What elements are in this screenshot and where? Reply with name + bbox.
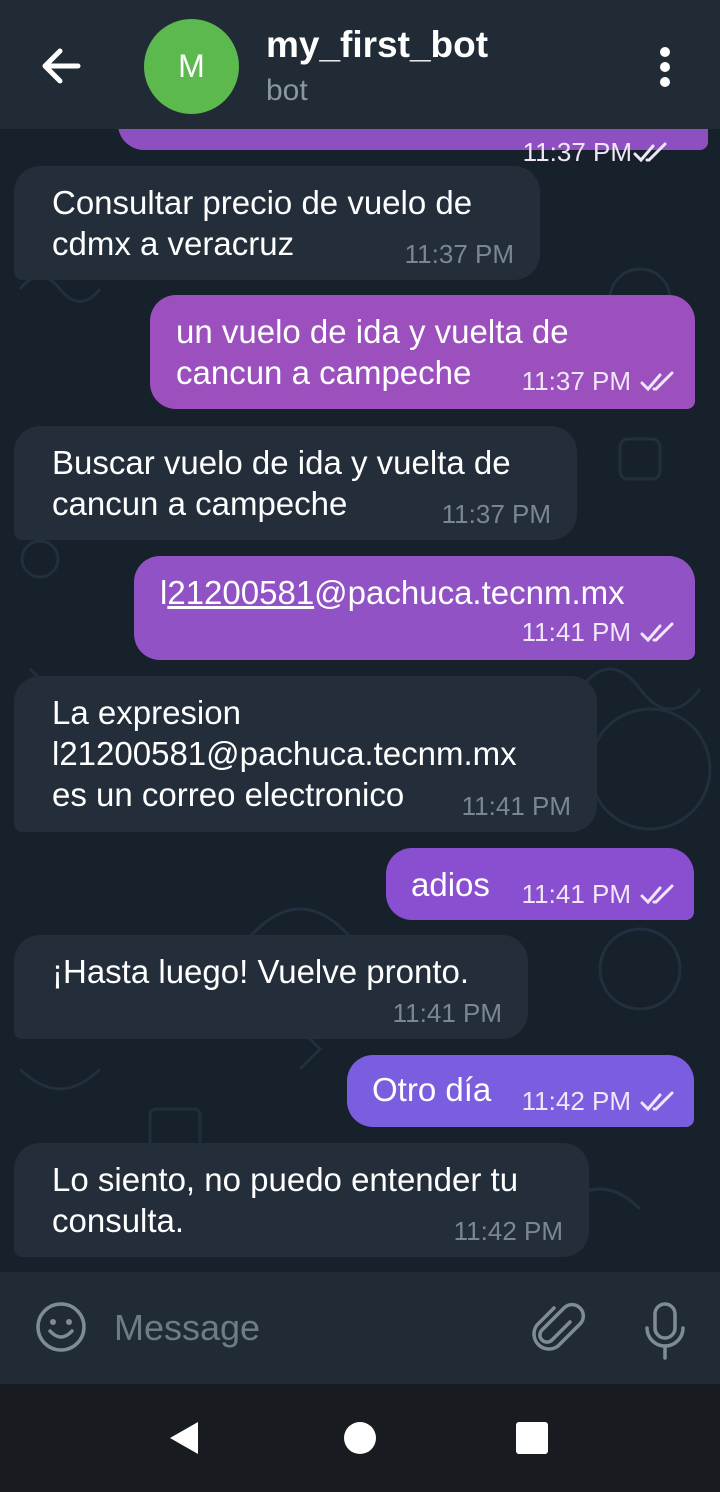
chat-title[interactable]: my_first_bot xyxy=(266,24,488,66)
double-check-icon xyxy=(633,142,667,163)
message-text: Otro día xyxy=(372,1071,492,1108)
message-text: l21200581@pachuca.tecnm.mx xyxy=(160,572,625,613)
paperclip-icon[interactable] xyxy=(530,1298,586,1358)
message-incoming[interactable]: ¡Hasta luego! Vuelve pronto. 11:41 PM xyxy=(14,935,528,1039)
chat-subtitle: bot xyxy=(266,74,308,107)
message-time: 11:37 PM xyxy=(441,499,551,529)
double-check-icon xyxy=(640,1091,674,1112)
message-input[interactable] xyxy=(114,1300,504,1356)
message-outgoing[interactable]: un vuelo de ida y vuelta de cancun a cam… xyxy=(150,295,695,409)
message-incoming[interactable]: Consultar precio de vuelo de cdmx a vera… xyxy=(14,166,540,280)
message-composer xyxy=(0,1272,720,1384)
double-check-icon xyxy=(640,884,674,905)
message-outgoing[interactable]: l21200581@pachuca.tecnm.mx 11:41 PM xyxy=(134,556,695,660)
chat-header: M my_first_bot bot xyxy=(0,0,720,129)
message-time: 11:41 PM xyxy=(392,998,502,1028)
message-text: La expresion xyxy=(52,694,241,731)
message-incoming[interactable]: La expresion l21200581@pachuca.tecnm.mx … xyxy=(14,676,597,832)
double-check-icon xyxy=(640,371,674,392)
message-time: 11:42 PM xyxy=(521,1086,631,1116)
circle-home-icon[interactable] xyxy=(344,1422,376,1454)
message-text: ¡Hasta luego! Vuelve pronto. xyxy=(52,953,470,990)
message-time: 11:41 PM xyxy=(461,791,571,821)
message-time: 11:37 PM xyxy=(522,137,632,167)
message-time: 11:37 PM xyxy=(521,366,631,396)
square-recents-icon[interactable] xyxy=(516,1422,548,1454)
message-time: 11:41 PM xyxy=(521,879,631,909)
message-time: 11:37 PM xyxy=(404,239,514,269)
message-incoming[interactable]: Buscar vuelo de ida y vuelta de cancun a… xyxy=(14,426,577,540)
arrow-left-icon[interactable] xyxy=(34,36,90,96)
system-navigation-bar xyxy=(0,1384,720,1492)
message-outgoing[interactable]: 11:37 PM xyxy=(118,129,708,167)
more-vertical-icon[interactable] xyxy=(650,40,680,96)
message-time: 11:41 PM xyxy=(521,617,631,647)
message-text-suffix: @pachuca.tecnm.mx xyxy=(314,574,625,611)
message-text: es un correo electronico xyxy=(52,776,405,813)
message-time: 11:42 PM xyxy=(453,1216,563,1246)
phone-number-link[interactable]: 21200581 xyxy=(167,574,314,611)
email-link[interactable]: l21200581@pachuca.tecnm.mx xyxy=(52,733,517,774)
triangle-back-icon[interactable] xyxy=(164,1418,204,1458)
message-outgoing[interactable]: Otro día 11:42 PM xyxy=(347,1055,694,1127)
microphone-icon[interactable] xyxy=(640,1300,690,1362)
double-check-icon xyxy=(640,622,674,643)
message-outgoing[interactable]: adios 11:41 PM xyxy=(386,848,694,920)
telegram-chat-screen: M my_first_bot bot 11:37 PM Consultar pr… xyxy=(0,0,720,1492)
emoji-icon[interactable] xyxy=(34,1300,88,1354)
avatar[interactable]: M xyxy=(144,19,239,114)
message-incoming[interactable]: Lo siento, no puedo entender tu consulta… xyxy=(14,1143,589,1257)
message-list[interactable]: 11:37 PM Consultar precio de vuelo de cd… xyxy=(0,129,720,1272)
message-text: adios xyxy=(411,866,490,903)
